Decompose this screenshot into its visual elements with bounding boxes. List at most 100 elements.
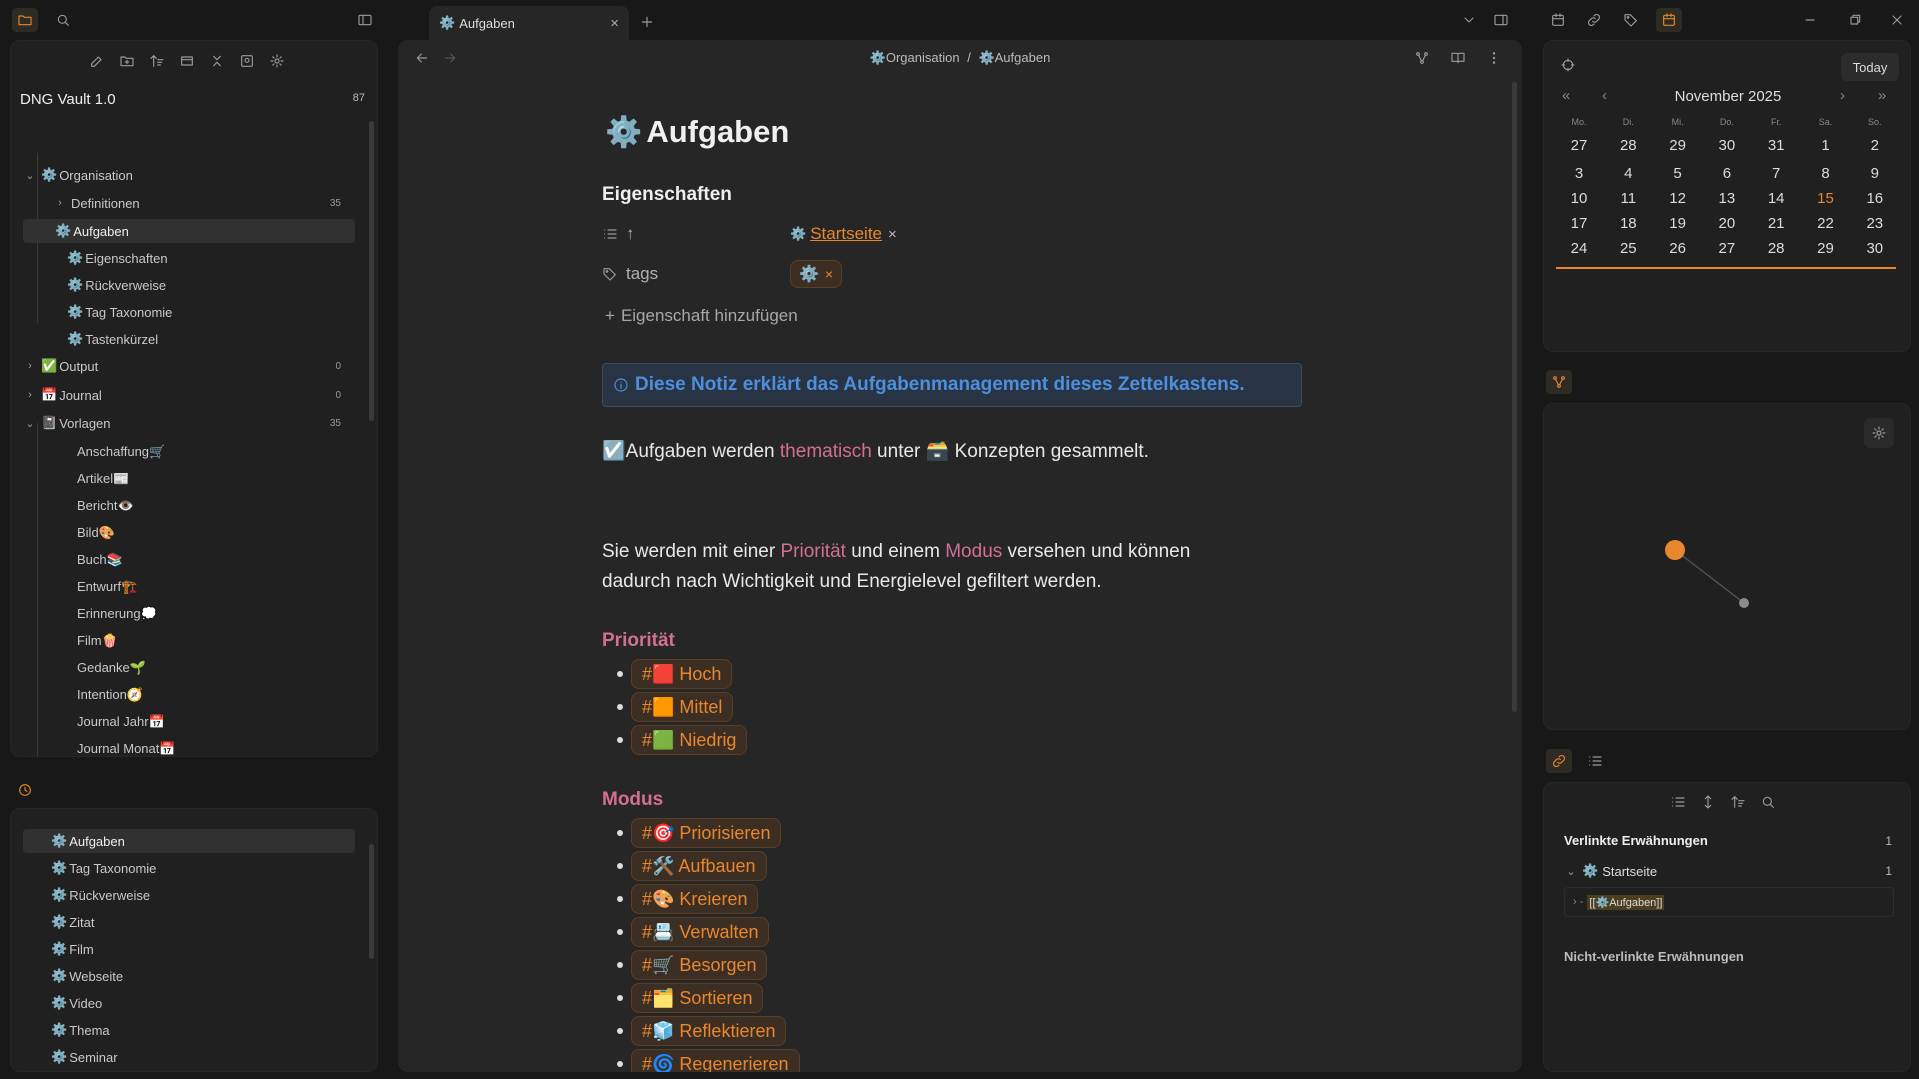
chevron-right-icon[interactable]: › [23,360,37,372]
calendar-day[interactable]: 12 [1658,190,1698,207]
collapse-results-icon[interactable] [1670,794,1686,810]
calendar-day[interactable]: 3 [1559,165,1599,182]
search-icon[interactable] [1760,794,1776,810]
recent-item[interactable]: ⚙️ Tag Taxonomie [23,856,355,880]
properties-heading[interactable]: Eigenschaften [602,184,732,206]
view-icon[interactable] [179,53,195,69]
add-property-button[interactable]: + Eigenschaft hinzufügen [605,306,798,326]
tree-item[interactable]: ⌄ 📓 Vorlagen [23,411,110,435]
tag-link[interactable]: #🟧 Mittel [631,692,734,722]
outline-tab-icon[interactable] [1582,749,1608,773]
calendar-day[interactable]: 9 [1855,165,1895,182]
property-tags[interactable]: tags [602,264,658,284]
calendar-day[interactable]: 5 [1658,165,1698,182]
tree-item[interactable]: Journal Jahr📅 [53,710,165,734]
folder-icon[interactable] [12,8,38,32]
calendar-day[interactable]: 20 [1707,215,1747,232]
graph-canvas[interactable] [1544,404,1912,731]
graph-icon[interactable] [1414,50,1430,66]
calendar-day[interactable]: 21 [1756,215,1796,232]
calendar-day[interactable]: 2 [1855,137,1895,154]
calendar-active-icon[interactable] [1656,8,1682,32]
window-close-icon[interactable] [1884,8,1910,32]
calendar-day[interactable]: 23 [1855,215,1895,232]
next-month-icon[interactable]: › [1840,87,1845,104]
tree-item[interactable]: Erinnerung💭 [53,602,157,626]
tree-item[interactable]: › 📅 Journal [23,383,102,407]
calendar-day[interactable]: 8 [1806,165,1846,182]
calendar-day[interactable]: 11 [1608,190,1648,207]
search-icon[interactable] [50,8,76,32]
calendar-day[interactable]: 17 [1559,215,1599,232]
graph-node[interactable] [1739,598,1749,608]
tab-aufgaben[interactable]: ⚙️ Aufgaben × [429,6,629,40]
tree-item[interactable]: ⚙️ Tastenkürzel [53,327,158,351]
calendar-day[interactable]: 16 [1855,190,1895,207]
calendar-day[interactable]: 22 [1806,215,1846,232]
calendar-day[interactable]: 24 [1559,240,1599,257]
calendar-day[interactable]: 27 [1707,240,1747,257]
recent-item[interactable]: ⚙️ Film [23,937,355,961]
new-note-icon[interactable] [89,53,105,69]
calendar-day[interactable]: 19 [1658,215,1698,232]
sort-icon[interactable] [1730,794,1746,810]
tag-link[interactable]: #🗂️ Sortieren [631,983,764,1013]
calendar-icon[interactable] [1545,8,1571,32]
calendar-day[interactable]: 4 [1608,165,1648,182]
scrollbar[interactable] [369,844,374,959]
tag-link[interactable]: #🎨 Kreieren [631,884,759,914]
recent-item[interactable]: ⚙️ Video [23,991,355,1015]
calendar-day[interactable]: 30 [1707,137,1747,154]
tree-item[interactable]: Gedanke🌱 [53,656,146,680]
recent-item[interactable]: ⚙️ Aufgaben [23,829,355,853]
property-up[interactable]: ↑ [602,224,635,244]
tag-link[interactable]: #🌀 Regenerieren [631,1049,800,1072]
next-year-icon[interactable]: » [1878,87,1886,104]
tag-link[interactable]: #🟩 Niedrig [631,725,748,755]
calendar-day[interactable]: 14 [1756,190,1796,207]
tag-link[interactable]: #🛒 Besorgen [631,950,768,980]
restore-icon[interactable] [1842,8,1868,32]
sidebar-toggle-icon[interactable] [352,8,378,32]
link-icon[interactable] [1581,8,1607,32]
linked-mentions-heading[interactable]: Verlinkte Erwähnungen [1564,833,1708,848]
calendar-day[interactable]: 7 [1756,165,1796,182]
paragraph-2[interactable]: Sie werden mit einer Priorität und einem… [602,537,1322,597]
calendar-day[interactable]: 28 [1608,137,1648,154]
tree-item[interactable]: ⚙️ Tag Taxonomie [53,300,172,324]
calendar-day[interactable]: 15 [1806,190,1846,207]
tree-item[interactable]: Film🍿 [53,629,118,653]
tag-link[interactable]: #📇 Verwalten [631,917,770,947]
tag-link[interactable]: #🎯 Priorisieren [631,818,782,848]
breadcrumb-current[interactable]: Aufgaben [995,50,1051,65]
minimize-icon[interactable] [1797,8,1823,32]
today-button[interactable]: Today [1841,53,1899,81]
graph-node-current[interactable] [1665,540,1685,560]
backlink-source[interactable]: ⌄ ⚙️ Startseite [1564,863,1657,879]
info-callout[interactable]: Diese Notiz erklärt das Aufgabenmanageme… [602,363,1302,407]
calendar-day[interactable]: 18 [1608,215,1648,232]
tree-item[interactable]: Bericht👁️ [53,494,134,518]
calendar-day[interactable]: 6 [1707,165,1747,182]
tree-item[interactable]: Anschaffung🛒 [53,440,165,464]
calendar-day[interactable]: 10 [1559,190,1599,207]
heading-prioritaet[interactable]: Priorität [602,630,675,652]
calendar-day[interactable]: 1 [1806,137,1846,154]
tree-item[interactable]: ⌄ ⚙️ Organisation [23,163,133,187]
calendar-day[interactable]: 28 [1756,240,1796,257]
new-folder-icon[interactable] [119,53,135,69]
tree-item[interactable]: Entwurf🏗️ [53,575,137,599]
property-up-value[interactable]: ⚙️ Startseite × [790,224,897,244]
settings-gear-icon[interactable] [269,53,285,69]
note-title[interactable]: ⚙️ Aufgaben [605,114,789,150]
tree-item[interactable]: ⚙️ Eigenschaften [53,246,168,270]
more-options-icon[interactable] [1486,50,1502,66]
tag-link[interactable]: #🛠️ Aufbauen [631,851,767,881]
tree-item[interactable]: Journal Monat📅 [53,737,176,756]
chevron-down-icon[interactable]: ⌄ [23,417,37,430]
tree-item[interactable]: › Definitionen [53,191,140,215]
heading-modus[interactable]: Modus [602,789,663,811]
new-tab-icon[interactable] [634,10,660,34]
chevron-down-icon[interactable]: ⌄ [23,169,37,182]
calendar-day[interactable]: 13 [1707,190,1747,207]
